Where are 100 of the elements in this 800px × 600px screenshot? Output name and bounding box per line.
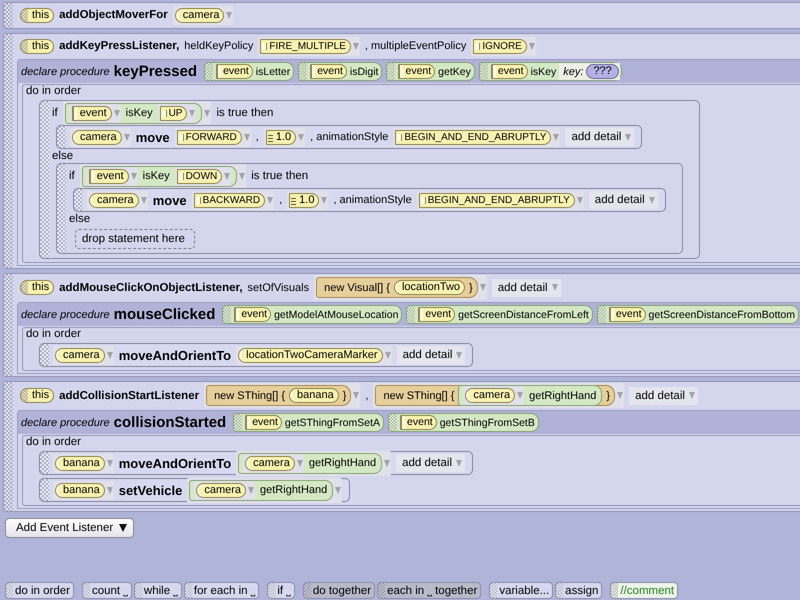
argument-dropdown[interactable]: banana: [53, 454, 114, 472]
palette-tile[interactable]: while ˽: [134, 582, 182, 599]
method-name: moveAndOrientTo: [118, 348, 232, 362]
argument-dropdown[interactable]: BACKWARD: [192, 190, 274, 210]
code-text: getRightHand: [260, 484, 328, 496]
array-tile[interactable]: new SThing[] { banana }: [206, 385, 352, 406]
caret-icon: [106, 486, 113, 494]
parameter-tile[interactable]: event getScreenDistanceFromBottom: [596, 305, 800, 324]
add-detail-dropdown[interactable]: add detail: [396, 454, 465, 472]
constant-chip: BEGIN_AND_END_ABRUPTLY: [418, 192, 575, 208]
add-detail-dropdown[interactable]: add detail: [492, 278, 561, 296]
argument-dropdown[interactable]: event: [70, 104, 121, 122]
add-detail-dropdown[interactable]: add detail: [588, 191, 658, 209]
caret-icon: [552, 284, 558, 291]
argument-dropdown[interactable]: 1.0: [287, 190, 328, 210]
argument-dropdown[interactable]: BEGIN_AND_END_ABRUPTLY: [416, 190, 584, 210]
if-block[interactable]: if event isKey DOWN is true then camera move BACKWARD , 1.0 , animationStyle BEGIN_AND_END_ABRUPTLY add detail else drop statement here: [56, 163, 683, 254]
statement-block[interactable]: banana setVehicle camera getRightHand: [39, 478, 350, 502]
statement-block[interactable]: camera move FORWARD , 1.0 , animationStyle BEGIN_AND_END_ABRUPTLY add detail: [56, 125, 642, 149]
argument-dropdown[interactable]: camera: [172, 6, 234, 24]
declare-label: declare procedure: [21, 416, 110, 428]
argument-dropdown[interactable]: new SThing[] { banana }: [204, 383, 360, 408]
argument-dropdown[interactable]: locationTwoCameraMarker: [236, 346, 392, 364]
argument-dropdown[interactable]: camera: [194, 480, 256, 500]
parameter-tile[interactable]: event isKey key: ???: [478, 62, 622, 81]
code-text: getKey: [438, 66, 471, 78]
add-event-listener-button[interactable]: Add Event Listener: [5, 518, 134, 538]
parameter-tile[interactable]: event isLetter: [204, 62, 294, 81]
palette-tile[interactable]: do in order: [5, 582, 74, 599]
palette-tile[interactable]: for each in ˽: [184, 582, 260, 599]
argument-dropdown[interactable]: BEGIN_AND_END_ABRUPTLY: [393, 128, 560, 146]
placeholder-chip: ???: [586, 64, 619, 79]
parameter-tile[interactable]: event isDigit: [298, 62, 382, 81]
caret-icon: [456, 352, 462, 358]
method-tile[interactable]: event isKey UP: [64, 102, 202, 124]
palette-tile[interactable]: count ˽: [82, 582, 132, 599]
code-text: isKey: [530, 66, 556, 78]
palette-tile[interactable]: variable...: [489, 582, 554, 599]
method-tile[interactable]: camera getRightHand: [458, 385, 602, 406]
argument-dropdown[interactable]: FORWARD: [174, 128, 251, 146]
method-name: addKeyPressListener,: [59, 40, 180, 52]
parameter-chip: event: [400, 415, 437, 430]
palette-tile[interactable]: if ˽: [267, 582, 295, 599]
caret-icon: [298, 134, 304, 140]
parameter-tile[interactable]: event getModelAtMouseLocation: [222, 305, 402, 324]
constant-chip: DOWN: [176, 168, 222, 184]
code-text: getRightHand: [308, 457, 376, 469]
parameter-tile[interactable]: event getKey: [386, 62, 475, 81]
argument-dropdown[interactable]: new Visual[] { locationTwo }: [314, 275, 487, 300]
argument-dropdown[interactable]: 1.0: [264, 128, 306, 146]
argument-dropdown[interactable]: camera: [463, 386, 524, 405]
method-name: addObjectMoverFor: [59, 9, 168, 21]
add-detail-dropdown[interactable]: add detail: [629, 386, 698, 404]
argument-dropdown[interactable]: camera: [243, 454, 304, 472]
argument-dropdown[interactable]: new SThing[] { camera getRightHand }: [373, 383, 624, 408]
code-text: heldKeyPolicy: [184, 40, 254, 52]
array-tile[interactable]: new Visual[] { locationTwo }: [316, 277, 478, 298]
caret-icon: [296, 460, 303, 466]
palette-tile[interactable]: //comment: [610, 582, 678, 599]
parameter-chip: event: [88, 168, 129, 184]
parameter-chip: event: [234, 307, 272, 322]
parameter-tile[interactable]: event getSThingFromSetB: [388, 413, 539, 432]
statement-block[interactable]: camera moveAndOrientTo locationTwoCameraMarker add detail: [39, 343, 474, 367]
declare-label: declare procedure: [21, 308, 110, 320]
argument-dropdown[interactable]: DOWN: [174, 166, 232, 186]
argument-dropdown[interactable]: camera: [87, 190, 148, 210]
constant-chip: BACKWARD: [194, 192, 266, 208]
add-detail-dropdown[interactable]: add detail: [396, 346, 466, 364]
argument-dropdown[interactable]: camera: [53, 346, 114, 364]
argument-dropdown[interactable]: event isKey DOWN: [80, 164, 246, 188]
code-text: ,: [256, 131, 259, 143]
parameter-tile[interactable]: event getScreenDistanceFromLeft: [406, 305, 593, 324]
palette-tile[interactable]: each in ˽ together: [377, 582, 482, 599]
method-tile[interactable]: camera getRightHand: [238, 452, 382, 474]
argument-dropdown[interactable]: event: [86, 166, 138, 186]
statement-block[interactable]: banana moveAndOrientTo camera getRightHand add detail: [39, 451, 473, 475]
argument-dropdown[interactable]: camera getRightHand: [187, 478, 342, 502]
add-detail-dropdown[interactable]: add detail: [565, 128, 634, 146]
argument-dropdown[interactable]: camera: [70, 128, 131, 146]
array-tile[interactable]: new SThing[] { camera getRightHand }: [375, 385, 616, 406]
argument-dropdown[interactable]: banana: [53, 480, 114, 500]
parameter-tile[interactable]: event getSThingFromSetA: [233, 413, 384, 432]
drop-zone: drop statement here: [75, 229, 195, 249]
method-name: move: [136, 130, 170, 144]
palette-tile[interactable]: assign: [555, 582, 602, 599]
caret-icon: [140, 196, 147, 204]
method-tile[interactable]: camera getRightHand: [189, 480, 334, 500]
argument-dropdown[interactable]: UP: [158, 104, 196, 122]
keyword-text: is true then: [216, 107, 274, 119]
argument-dropdown[interactable]: IGNORE: [471, 36, 536, 56]
argument-dropdown[interactable]: FIRE_MULTIPLE: [258, 36, 360, 56]
method-tile[interactable]: event isKey DOWN: [82, 166, 238, 186]
caret-icon: [267, 196, 274, 204]
argument-dropdown[interactable]: camera getRightHand: [236, 450, 392, 476]
palette-tile[interactable]: do together: [302, 582, 376, 599]
argument-dropdown[interactable]: event isKey UP: [62, 100, 212, 126]
number-chip: 1.0: [266, 130, 296, 144]
if-block[interactable]: [39, 100, 700, 259]
statement-block[interactable]: camera move BACKWARD , 1.0 , animationStyle BEGIN_AND_END_ABRUPTLY add detail: [73, 188, 666, 212]
code-text: getScreenDistanceFromBottom: [648, 308, 796, 320]
